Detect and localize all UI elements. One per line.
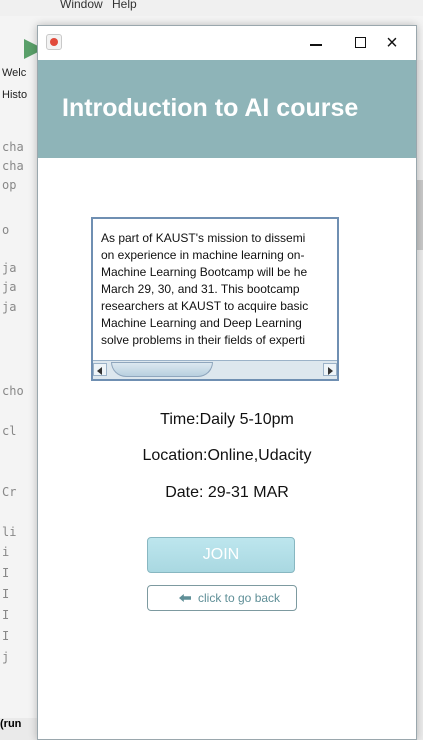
horizontal-scroll-thumb[interactable] — [111, 362, 213, 377]
course-window: × Introduction to AI course As part of K… — [37, 25, 417, 740]
course-date: Date: 29-31 MAR — [165, 484, 289, 501]
window-titlebar[interactable]: × — [38, 26, 416, 60]
ide-menu-help[interactable]: Help — [112, 0, 137, 12]
course-header: Introduction to AI course — [38, 60, 416, 158]
description-line: As part of KAUST's mission to dissemi — [101, 231, 306, 245]
ide-menu-window[interactable]: Window — [60, 0, 103, 12]
go-back-button[interactable]: click to go back — [147, 585, 297, 611]
description-line: researchers at KAUST to acquire basic — [101, 299, 309, 313]
code-line: ja — [2, 300, 17, 314]
description-line: Machine Learning and Deep Learning — [101, 316, 302, 330]
code-line: cl — [2, 424, 17, 438]
code-line: I — [2, 587, 10, 601]
code-line: o — [2, 223, 10, 237]
description-line: on experience in machine learning on- — [101, 248, 305, 262]
code-line: cha — [2, 140, 24, 154]
code-line: op — [2, 178, 17, 192]
java-app-icon — [46, 34, 62, 50]
course-description-box: As part of KAUST's mission to dissemi on… — [91, 217, 339, 381]
description-line: solve problems in their fields of expert… — [101, 333, 306, 347]
ide-menubar: Window Help — [0, 0, 423, 16]
course-title: Introduction to AI course — [62, 94, 359, 122]
description-line: March 29, 30, and 31. This bootcamp — [101, 282, 300, 296]
left-arrow-icon — [179, 594, 191, 602]
code-line: Cr — [2, 485, 17, 499]
ide-tab-welcome[interactable]: Welc — [0, 62, 40, 84]
code-line: i — [2, 545, 10, 559]
course-description-text: As part of KAUST's mission to dissemi on… — [101, 230, 335, 354]
code-line: I — [2, 608, 10, 622]
code-line: j — [2, 650, 10, 664]
code-line: ja — [2, 280, 17, 294]
scroll-left-arrow-icon[interactable] — [93, 363, 107, 376]
course-location: Location:Online,Udacity — [142, 447, 312, 464]
code-line: ja — [2, 261, 17, 275]
code-line: cha — [2, 159, 24, 173]
code-line: li — [2, 525, 17, 539]
close-button[interactable]: × — [370, 28, 414, 58]
join-button[interactable]: JOIN — [147, 537, 295, 573]
ide-bottom-tab[interactable]: (run — [0, 718, 40, 740]
code-line: I — [2, 566, 10, 580]
course-time: Time:Daily 5-10pm — [160, 411, 294, 428]
ide-side-tabs: Welc Histo — [0, 62, 40, 106]
horizontal-scrollbar[interactable] — [93, 360, 337, 379]
code-line: cho — [2, 384, 24, 398]
scroll-right-arrow-icon[interactable] — [323, 363, 337, 376]
description-line: Machine Learning Bootcamp will be he — [101, 265, 308, 279]
code-line: I — [2, 629, 10, 643]
ide-tab-history[interactable]: Histo — [0, 84, 40, 106]
minimize-button[interactable] — [294, 28, 338, 58]
go-back-label: click to go back — [198, 591, 281, 605]
